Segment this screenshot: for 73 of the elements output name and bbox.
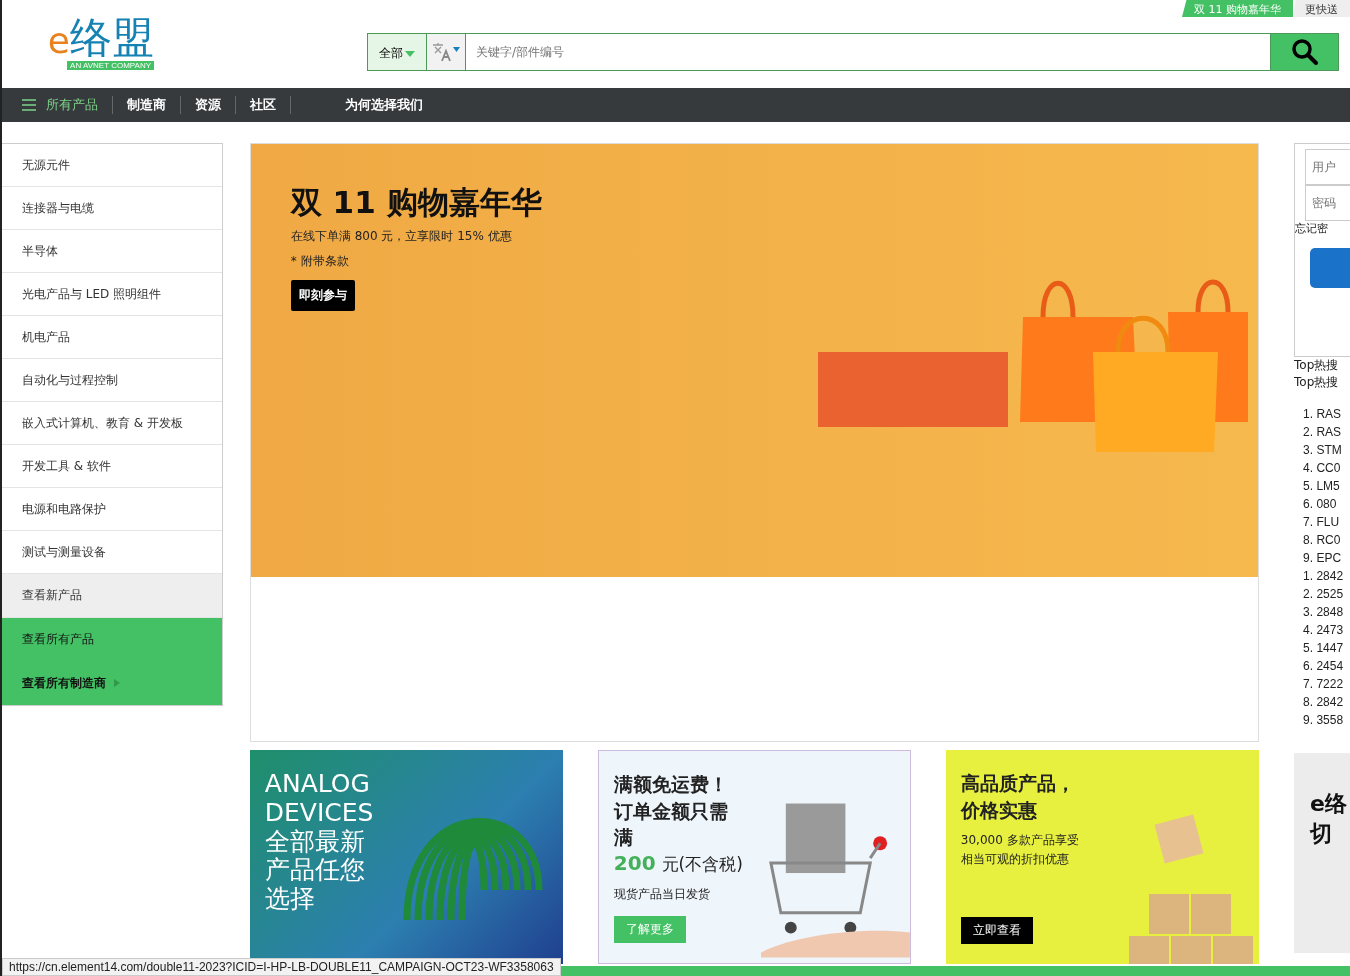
amount-suffix: 元(不含税) xyxy=(661,852,743,876)
caret-icon xyxy=(405,50,415,57)
sidebar-item[interactable]: 查看所有产品 xyxy=(2,618,222,661)
sidebar-item[interactable]: 嵌入式计算机、教育 & 开发板 xyxy=(2,402,222,445)
translate-button[interactable] xyxy=(427,33,466,71)
promo-card[interactable]: 高品质产品， 价格实惠 30,000 多款产品享受 相当可观的折扣优惠 立即查看 xyxy=(945,750,1259,964)
hot-product[interactable]: 1. 2842 xyxy=(1303,569,1350,587)
nav-link[interactable]: 社区 xyxy=(236,96,291,114)
nav-link[interactable]: 为何选择我们 xyxy=(331,96,437,114)
sidebar-item[interactable]: 无源元件 xyxy=(2,144,222,187)
menu-icon xyxy=(22,99,36,111)
hot-search-term[interactable]: 6. 080 xyxy=(1303,497,1350,515)
hot-product[interactable]: 4. 2473 xyxy=(1303,623,1350,641)
sidebar-item[interactable]: 机电产品 xyxy=(2,316,222,359)
view-now-button[interactable]: 立即查看 xyxy=(960,917,1033,944)
hot-product[interactable]: 2. 2525 xyxy=(1303,587,1350,605)
forgot-password-link[interactable]: 忘记密 xyxy=(1295,221,1350,236)
promo-tab[interactable]: 更快送 xyxy=(1293,0,1350,17)
sidebar-item[interactable]: 自动化与过程控制 xyxy=(2,359,222,402)
hot-search-heading: Top热搜 xyxy=(1294,374,1340,391)
hot-product[interactable]: 3. 2848 xyxy=(1303,605,1350,623)
translate-icon xyxy=(431,41,461,63)
hot-search-term[interactable]: 1. RAS xyxy=(1303,407,1350,425)
hot-product[interactable]: 7. 7222 xyxy=(1303,677,1350,695)
hot-product[interactable]: 6. 2454 xyxy=(1303,659,1350,677)
card-subtitle: 现货产品当日发货 xyxy=(613,885,711,903)
banner-title: 双 11 购物嘉年华 xyxy=(290,183,542,222)
logo[interactable]: e络盟 AN AVNET COMPANY xyxy=(22,17,154,70)
hot-product[interactable]: 8. 2842 xyxy=(1303,695,1350,713)
join-button[interactable]: 即刻参与 xyxy=(290,280,355,311)
promo-card[interactable]: e络 切 xyxy=(1294,753,1350,953)
sidebar-item[interactable]: 查看所有制造商 xyxy=(2,661,222,705)
search-icon xyxy=(1290,38,1319,66)
scope-dropdown[interactable]: 全部 xyxy=(367,33,427,71)
promo-card[interactable]: 满额免运费！ 订单金额只需满 200 元(不含税) 现货产品当日发货 了解更多 xyxy=(597,750,911,964)
sidebar-item[interactable]: 半导体 xyxy=(2,230,222,273)
nav-link[interactable]: 所有产品 xyxy=(22,96,113,114)
amount-text: 200 xyxy=(613,850,656,875)
nav-link[interactable]: 资源 xyxy=(181,96,236,114)
password-field[interactable]: 密码 xyxy=(1305,185,1350,221)
search-button[interactable] xyxy=(1270,33,1339,71)
hot-search-term[interactable]: 4. CC0 xyxy=(1303,461,1350,479)
sidebar-item[interactable]: 连接器与电缆 xyxy=(2,187,222,230)
hot-search-term[interactable]: 7. FLU xyxy=(1303,515,1350,533)
card-subtitle: 30,000 多款产品享受 相当可观的折扣优惠 xyxy=(960,832,1079,869)
logo-text: 络盟 xyxy=(70,17,154,59)
card-headline: e络 xyxy=(1310,790,1348,818)
card-headline: 高品质产品， 价格实惠 xyxy=(960,771,1076,823)
sidebar-item[interactable]: 光电产品与 LED 照明组件 xyxy=(2,273,222,316)
hot-product[interactable]: 9. 3558 xyxy=(1303,713,1350,731)
sidebar-item[interactable]: 查看新产品 xyxy=(2,574,222,618)
status-bar-url: https://cn.element14.com/double11-2023?ICID=I-HP-LB-DOUBLE11_CAMPAIGN-OCT23-WF3358063 xyxy=(2,958,561,976)
banner-subtitle: 在线下单满 800 元，立享限时 15% 优惠 xyxy=(290,228,513,245)
search-field[interactable]: 关键字/部件编号 xyxy=(466,33,1270,71)
hot-search-term[interactable]: 2. RAS xyxy=(1303,425,1350,443)
logo-letter: e xyxy=(47,23,70,59)
hot-search-heading: Top热搜 xyxy=(1294,357,1340,374)
logo-tagline: AN AVNET COMPANY xyxy=(67,61,154,70)
hot-product[interactable]: 5. 1447 xyxy=(1303,641,1350,659)
card-headline: 切 xyxy=(1310,820,1334,848)
banner-note: * 附带条款 xyxy=(290,253,350,270)
sidebar-item[interactable]: 电源和电路保护 xyxy=(2,488,222,531)
nav-link[interactable]: 制造商 xyxy=(113,96,181,114)
username-field[interactable]: 用户 xyxy=(1305,149,1350,185)
hot-search-term[interactable]: 8. RC0 xyxy=(1303,533,1350,551)
hot-search-term[interactable]: 3. STM xyxy=(1303,443,1350,461)
hot-search-term[interactable]: 9. EPC xyxy=(1303,551,1350,569)
arrow-icon xyxy=(114,679,120,687)
sidebar-item[interactable]: 开发工具 & 软件 xyxy=(2,445,222,488)
hot-search-term[interactable]: 5. LM5 xyxy=(1303,479,1350,497)
card-headline: ANALOG DEVICES 全部最新 产品任您 选择 xyxy=(264,770,374,915)
card-headline: 满额免运费！ 订单金额只需满 xyxy=(613,772,729,851)
promo-banner[interactable]: 双 11 购物嘉年华 在线下单满 800 元，立享限时 15% 优惠 * 附带条款 即刻参与 xyxy=(250,144,1259,577)
